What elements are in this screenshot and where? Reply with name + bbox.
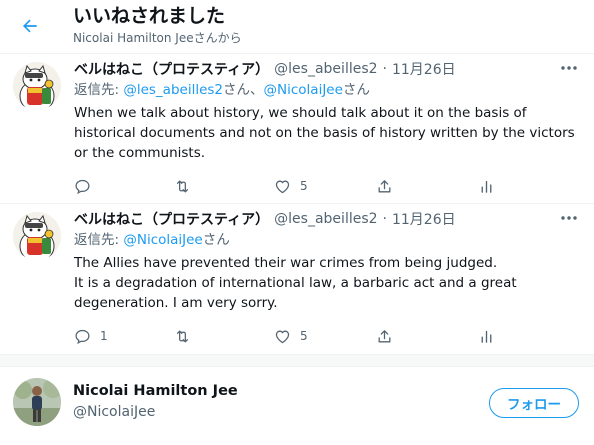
share-icon xyxy=(378,329,391,342)
retweet-button[interactable] xyxy=(174,174,200,198)
author-handle[interactable]: @les_abeilles2 xyxy=(274,211,377,227)
back-arrow-icon xyxy=(23,19,37,33)
cat-avatar-icon xyxy=(13,212,61,260)
avatar[interactable] xyxy=(13,212,61,260)
author-name[interactable]: ベルはねこ（プロテスティア） xyxy=(74,59,269,79)
reply-prefix: 返信先: xyxy=(74,82,124,98)
retweet-icon xyxy=(176,180,189,192)
reply-prefix: 返信先: xyxy=(74,232,124,248)
avatar[interactable] xyxy=(13,62,61,110)
avatar[interactable] xyxy=(13,378,61,426)
share-button[interactable] xyxy=(376,324,393,348)
tweet-header: ベルはねこ（プロテスティア） @les_abeilles2 · 11月26日 xyxy=(74,208,554,230)
like-count: 5 xyxy=(300,179,308,193)
like-icon xyxy=(275,330,290,343)
reply-to: 返信先: @NicolaiJeeさん xyxy=(74,231,230,249)
page-header: いいねされました Nicolai Hamilton Jeeさんから xyxy=(0,0,594,54)
reply-suffix: さん xyxy=(202,232,230,248)
tweet-date[interactable]: 11月26日 xyxy=(392,59,456,79)
retweet-icon xyxy=(176,330,189,342)
reply-icon xyxy=(75,329,90,344)
reply-button[interactable]: 1 xyxy=(74,324,108,348)
user-cell[interactable]: Nicolai Hamilton Jee @NicolaiJee フォロー xyxy=(0,367,594,445)
tweet[interactable]: ベルはねこ（プロテスティア） @les_abeilles2 · 11月26日 返… xyxy=(0,54,594,204)
tweet-header: ベルはねこ（プロテスティア） @les_abeilles2 · 11月26日 xyxy=(74,58,554,80)
person-photo-icon xyxy=(13,378,61,426)
tweet-text-line: It is a degradation of international law… xyxy=(74,275,517,311)
share-button[interactable] xyxy=(376,174,393,198)
tweet-text-line: The Allies have prevented their war crim… xyxy=(74,255,498,271)
reply-link[interactable]: @les_abeilles2 xyxy=(123,82,223,98)
analytics-icon xyxy=(481,330,492,343)
more-icon xyxy=(561,216,577,220)
tweet-text-line: When we talk about history, we should ta… xyxy=(74,105,575,161)
more-icon xyxy=(561,66,577,70)
like-icon xyxy=(275,180,290,193)
like-button[interactable]: 5 xyxy=(274,174,308,198)
like-count: 5 xyxy=(300,329,308,343)
reply-link[interactable]: @NicolaiJee xyxy=(123,232,202,248)
cat-avatar-icon xyxy=(13,62,61,110)
reply-icon xyxy=(75,179,90,194)
tweet-text: When we talk about history, we should ta… xyxy=(74,103,586,163)
tweet[interactable]: ベルはねこ（プロテスティア） @les_abeilles2 · 11月26日 返… xyxy=(0,204,594,355)
more-button[interactable] xyxy=(558,59,580,77)
separator-dot: · xyxy=(382,211,387,227)
analytics-button[interactable] xyxy=(478,324,495,348)
user-handle[interactable]: @NicolaiJee xyxy=(73,404,155,420)
tweet-date[interactable]: 11月26日 xyxy=(392,209,456,229)
page-subtitle: Nicolai Hamilton Jeeさんから xyxy=(73,31,242,45)
analytics-button[interactable] xyxy=(478,174,495,198)
reply-count: 1 xyxy=(100,329,108,343)
separator-dot: · xyxy=(382,61,387,77)
reply-suffix: さん xyxy=(342,82,370,98)
user-name[interactable]: Nicolai Hamilton Jee xyxy=(73,383,238,399)
author-name[interactable]: ベルはねこ（プロテスティア） xyxy=(74,209,269,229)
author-handle[interactable]: @les_abeilles2 xyxy=(274,61,377,77)
page-title: いいねされました xyxy=(73,5,226,27)
retweet-button[interactable] xyxy=(174,324,200,348)
tweet-text: The Allies have prevented their war crim… xyxy=(74,253,586,313)
back-button[interactable] xyxy=(13,11,47,41)
reply-button[interactable] xyxy=(74,174,100,198)
tweet-actions: 1 5 xyxy=(74,324,504,348)
share-icon xyxy=(378,179,391,192)
tweet-actions: 5 xyxy=(74,174,504,198)
section-divider xyxy=(0,355,594,367)
reply-link[interactable]: @NicolaiJee xyxy=(264,82,343,98)
reply-separator: さん、 xyxy=(223,82,264,98)
more-button[interactable] xyxy=(558,209,580,227)
reply-to: 返信先: @les_abeilles2さん、@NicolaiJeeさん xyxy=(74,81,370,99)
like-button[interactable]: 5 xyxy=(274,324,308,348)
analytics-icon xyxy=(481,180,492,193)
follow-button[interactable]: フォロー xyxy=(489,388,579,418)
